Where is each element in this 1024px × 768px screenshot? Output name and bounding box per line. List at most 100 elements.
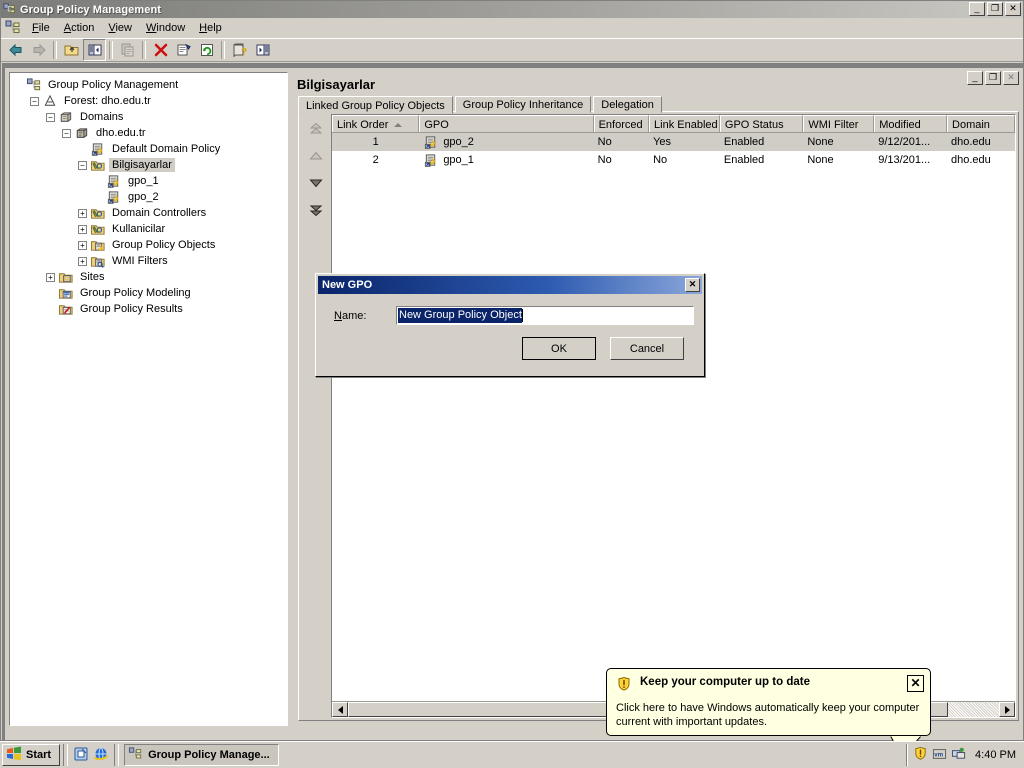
child-close-button[interactable]: ✕ xyxy=(1003,71,1019,85)
tree-node-group-policy-results[interactable]: Group Policy Results xyxy=(14,301,287,317)
update-balloon-tooltip[interactable]: ✕ Keep your computer up to date Click he… xyxy=(606,668,931,736)
gpo-link-icon xyxy=(106,190,122,205)
taskbar-clock[interactable]: 4:40 PM xyxy=(975,749,1016,761)
tree-node-default-domain-policy[interactable]: Default Domain Policy xyxy=(14,141,287,157)
cell-domain: dho.edu xyxy=(947,133,1015,151)
table-row[interactable]: 2 gpo_1 No No Enabled None 9/13/201... dho.edu xyxy=(332,151,1015,169)
delete-button[interactable] xyxy=(149,39,172,61)
tree-node-label: Group Policy Modeling xyxy=(80,287,191,299)
up-one-level-button[interactable] xyxy=(60,39,83,61)
tab-panel-linked-gpos: Link Order GPO Enforced Link Enabled GPO Sta… xyxy=(298,111,1019,721)
vmware-tools-icon[interactable]: vm xyxy=(932,747,947,764)
scroll-right-button[interactable] xyxy=(999,702,1015,717)
ou-icon xyxy=(90,206,106,221)
expand-node-icon[interactable]: + xyxy=(78,256,87,266)
column-header-gpo[interactable]: GPO xyxy=(419,115,594,132)
column-header-modified[interactable]: Modified xyxy=(874,115,948,132)
show-desktop-icon[interactable] xyxy=(73,746,89,765)
show-hide-action-pane-button[interactable] xyxy=(251,39,274,61)
expand-node-icon[interactable]: + xyxy=(46,272,55,282)
refresh-button[interactable] xyxy=(195,39,218,61)
column-header-link_enabled[interactable]: Link Enabled xyxy=(649,115,720,132)
cancel-button[interactable]: Cancel xyxy=(610,337,684,360)
maximize-button[interactable]: ❐ xyxy=(987,2,1003,16)
move-down-button[interactable] xyxy=(306,174,326,192)
toolbar-separator xyxy=(53,41,57,59)
expand-node-icon[interactable]: + xyxy=(78,224,87,234)
child-minimize-button[interactable]: _ xyxy=(967,71,983,85)
properties-button[interactable] xyxy=(172,39,195,61)
forward-button[interactable] xyxy=(27,39,50,61)
collapse-node-icon[interactable]: − xyxy=(62,128,71,138)
security-shield-icon[interactable] xyxy=(913,746,928,764)
child-close-icon: ✕ xyxy=(1007,72,1015,82)
main-window: Group Policy Management _ ❐ ✕ File Actio… xyxy=(0,0,1024,741)
tree-node-gpm-root[interactable]: Group Policy Management xyxy=(14,77,287,93)
menu-action[interactable]: Action xyxy=(57,20,102,36)
menu-file[interactable]: File xyxy=(25,20,57,36)
scroll-left-button[interactable] xyxy=(332,702,348,717)
menu-view[interactable]: View xyxy=(101,20,139,36)
show-hide-tree-button[interactable] xyxy=(83,39,106,61)
ok-button[interactable]: OK xyxy=(522,337,596,360)
cell-value: No xyxy=(653,154,668,166)
expand-node-icon[interactable]: + xyxy=(78,240,87,250)
collapse-node-icon[interactable]: − xyxy=(46,112,55,122)
column-header-enforced[interactable]: Enforced xyxy=(593,115,650,132)
move-up-button[interactable] xyxy=(306,147,326,165)
linked-gpo-list[interactable]: Link Order GPO Enforced Link Enabled GPO Sta… xyxy=(331,114,1016,718)
tree-node-bilgisayarlar[interactable]: − Bilgisayarlar xyxy=(14,157,287,173)
tree-node-label: dho.edu.tr xyxy=(96,127,146,139)
tree-node-group-policy-modeling[interactable]: Group Policy Modeling xyxy=(14,285,287,301)
collapse-node-icon[interactable]: − xyxy=(30,96,39,106)
tree-node-domains[interactable]: − Domains xyxy=(14,109,287,125)
dialog-titlebar[interactable]: New GPO ✕ xyxy=(318,276,702,294)
tree-node-label: gpo_2 xyxy=(128,191,159,203)
start-button[interactable]: Start xyxy=(2,744,61,766)
menu-window[interactable]: Window xyxy=(139,20,192,36)
close-icon: ✕ xyxy=(1009,3,1017,13)
tree-node-label: Group Policy Objects xyxy=(112,239,216,251)
tree-node-domain-controllers[interactable]: + Domain Controllers xyxy=(14,205,287,221)
column-header-wmi_filter[interactable]: WMI Filter xyxy=(803,115,875,132)
tabstrip: Linked Group Policy Objects Group Policy … xyxy=(293,95,1023,114)
back-button[interactable] xyxy=(4,39,27,61)
tree-node-kullanicilar[interactable]: + Kullanicilar xyxy=(14,221,287,237)
close-button[interactable]: ✕ xyxy=(1005,2,1021,16)
expand-node-icon[interactable]: + xyxy=(78,208,87,218)
console-icon xyxy=(5,20,21,35)
table-row[interactable]: 1 gpo_2 No Yes Enabled None 9/12/201... dho.edu xyxy=(332,133,1015,151)
tab-linked-group-policy-objects[interactable]: Linked Group Policy Objects xyxy=(298,96,453,114)
tree-node-gpo-2[interactable]: gpo_2 xyxy=(14,189,287,205)
taskbar-button-group-policy-management[interactable]: Group Policy Manage... xyxy=(124,744,280,766)
tree-node-forest[interactable]: − Forest: dho.edu.tr xyxy=(14,93,287,109)
copy-button[interactable] xyxy=(116,39,139,61)
gpo-name-input[interactable]: New Group Policy Object xyxy=(396,306,694,325)
tree-node-group-policy-objects[interactable]: + Group Policy Objects xyxy=(14,237,287,253)
tree-node-label: Bilgisayarlar xyxy=(109,158,175,172)
tab-group-policy-inheritance[interactable]: Group Policy Inheritance xyxy=(454,96,592,113)
move-to-bottom-button[interactable] xyxy=(306,201,326,219)
internet-explorer-icon[interactable] xyxy=(93,746,109,765)
column-header-gpo_status[interactable]: GPO Status xyxy=(719,115,804,132)
collapse-node-icon[interactable]: − xyxy=(78,160,87,170)
network-connection-icon[interactable] xyxy=(951,746,967,764)
move-to-top-button[interactable] xyxy=(306,120,326,138)
child-maximize-button[interactable]: ❐ xyxy=(985,71,1001,85)
tree-node-dho-edu-tr[interactable]: − dho.edu.tr xyxy=(14,125,287,141)
dialog-close-button[interactable]: ✕ xyxy=(685,278,700,292)
tree-node-sites[interactable]: + Sites xyxy=(14,269,287,285)
cell-gpo: gpo_1 xyxy=(419,151,593,169)
column-header-link_order[interactable]: Link Order xyxy=(332,115,420,132)
cell-value: Yes xyxy=(653,136,672,148)
tree-node-gpo-1[interactable]: gpo_1 xyxy=(14,173,287,189)
minimize-button[interactable]: _ xyxy=(969,2,985,16)
help-button[interactable]: ? xyxy=(228,39,251,61)
window-titlebar[interactable]: Group Policy Management _ ❐ ✕ xyxy=(1,1,1023,18)
text-caret xyxy=(521,309,523,322)
tree-node-wmi-filters[interactable]: + WMI Filters xyxy=(14,253,287,269)
balloon-close-button[interactable]: ✕ xyxy=(907,675,924,692)
tab-delegation[interactable]: Delegation xyxy=(593,96,662,113)
column-header-domain[interactable]: Domain xyxy=(947,115,1015,132)
menu-help[interactable]: Help xyxy=(192,20,229,36)
